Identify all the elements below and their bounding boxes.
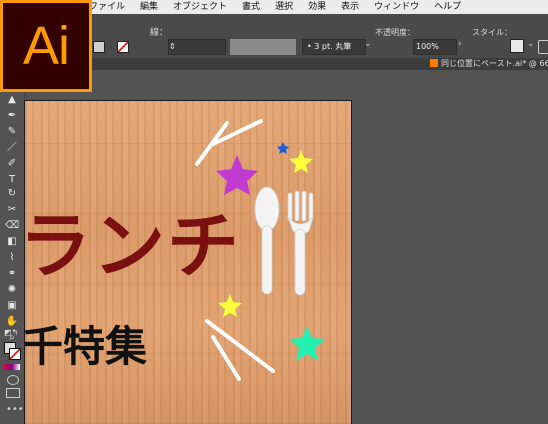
scissors-tool-icon[interactable]: ✂ [5, 204, 19, 216]
logo-text: Ai [22, 16, 70, 76]
stroke-weight-field[interactable]: ⇕ [168, 39, 226, 55]
star-teal[interactable] [289, 326, 325, 361]
decorations [195, 119, 325, 381]
stroke-label: 線： [150, 28, 169, 38]
more-tools-icon[interactable]: ••• [6, 404, 24, 415]
color-mode-buttons[interactable] [4, 364, 20, 370]
opacity-value: 100% [416, 42, 439, 51]
brush-definition-field[interactable]: • 3 pt. 丸筆 [302, 39, 366, 55]
chevron-right-icon[interactable]: › [458, 39, 462, 49]
fill-stroke-mini-icon[interactable]: ◩↰ [4, 328, 20, 340]
artboard[interactable]: ランチ 千特集 [25, 101, 351, 424]
type-tool-icon[interactable]: T [5, 174, 19, 186]
fork[interactable] [287, 190, 314, 296]
none-slash-icon [9, 348, 21, 360]
style-label: スタイル： [472, 28, 512, 37]
menu-item-5[interactable]: 効果 [308, 0, 326, 14]
star-yellow-top[interactable] [289, 150, 313, 173]
tools-panel: ▲ ✒ ✎ ／ ✐ T ↻ ✂ ⌫ ◧ ⌇ ⚭ ✺ ▣ ✋ ⌕ ◩↰ ••• [0, 70, 25, 424]
opacity-field[interactable]: 100% [413, 39, 457, 55]
illustrator-logo: Ai [0, 0, 92, 92]
eyedropper-tool-icon[interactable]: ⌇ [5, 252, 19, 264]
document-tab[interactable]: 同じ位置にペースト.ai* @ 66 [430, 58, 548, 70]
line-tool-icon[interactable]: ／ [5, 142, 19, 154]
fill-swatch[interactable] [93, 41, 105, 53]
graphic-style-swatch[interactable] [510, 39, 524, 53]
symbol-sprayer-icon[interactable]: ✺ [5, 284, 19, 296]
accent-lines-top[interactable] [195, 119, 263, 166]
opacity-label: 不透明度： [375, 28, 415, 37]
star-yellow-bottom[interactable] [218, 294, 242, 317]
stroke-color-swatch[interactable] [9, 348, 21, 360]
curvature-tool-icon[interactable]: ✎ [5, 126, 19, 138]
ai-file-icon [430, 59, 438, 67]
star-magenta[interactable] [216, 155, 258, 195]
chevron-down-icon[interactable]: ⌄ [364, 39, 372, 49]
brush-dot-icon: • [307, 42, 312, 51]
variable-width-profile[interactable] [230, 39, 296, 55]
menu-item-2[interactable]: オブジェクト [173, 0, 227, 14]
brush-definition-value: 3 pt. 丸筆 [314, 42, 352, 51]
pen-tool-icon[interactable]: ✒ [5, 110, 19, 122]
stepper-icon: ⇕ [169, 42, 176, 51]
none-slash-icon [117, 41, 129, 53]
menu-item-3[interactable]: 書式 [242, 0, 260, 14]
opacity-mask-icon[interactable] [538, 40, 548, 54]
rectangle-tool-icon[interactable]: ◧ [5, 236, 19, 248]
spoon[interactable] [254, 186, 280, 295]
chevron-down-icon[interactable]: ⌄ [527, 39, 535, 49]
stroke-none-swatch[interactable] [117, 41, 129, 53]
drawing-mode-icon[interactable] [7, 375, 19, 385]
blend-tool-icon[interactable]: ⚭ [5, 268, 19, 280]
selection-tool-icon[interactable]: ▲ [5, 94, 19, 106]
screen-mode-icon[interactable] [6, 388, 20, 398]
menu-item-0[interactable]: ファイル [89, 0, 125, 14]
artboard-tool-icon[interactable]: ▣ [5, 300, 19, 312]
accent-lines-bottom[interactable] [205, 319, 275, 381]
hand-tool-icon[interactable]: ✋ [5, 316, 19, 328]
menu-item-4[interactable]: 選択 [275, 0, 293, 14]
menu-item-8[interactable]: ヘルプ [434, 0, 461, 14]
eraser-tool-icon[interactable]: ⌫ [5, 220, 19, 232]
menu-item-6[interactable]: 表示 [341, 0, 359, 14]
document-tab-title: 同じ位置にペースト.ai* @ 66 [441, 59, 548, 68]
rotate-tool-icon[interactable]: ↻ [5, 188, 19, 200]
star-blue[interactable] [277, 142, 289, 154]
brush-tool-icon[interactable]: ✐ [5, 158, 19, 170]
